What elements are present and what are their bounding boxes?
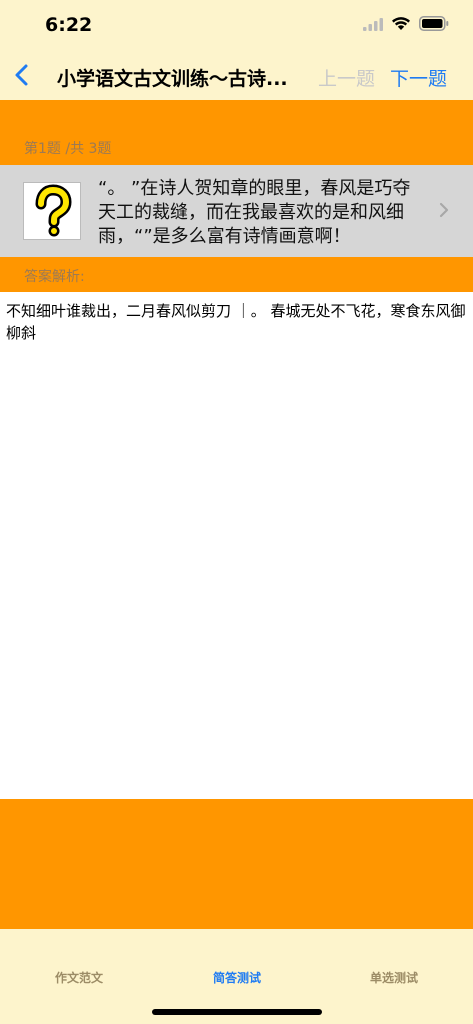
status-bar: 6:22 bbox=[0, 0, 473, 50]
next-question-button[interactable]: 下一题 bbox=[390, 64, 447, 91]
home-indicator bbox=[152, 1009, 322, 1015]
question-text: “。 ”在诗人贺知章的眼里，春风是巧夺天工的裁缝，而在我最喜欢的是和风细雨，“”… bbox=[98, 178, 411, 247]
chevron-left-icon bbox=[15, 64, 28, 86]
back-button[interactable] bbox=[10, 62, 36, 88]
navigation-bar: 小学语文古文训练～古诗... 上一题 下一题 bbox=[0, 50, 473, 100]
question-mark-icon bbox=[23, 182, 81, 240]
question-cell[interactable]: “。 ”在诗人贺知章的眼里，春风是巧夺天工的裁缝，而在我最喜欢的是和风细雨，“”… bbox=[0, 165, 473, 257]
previous-question-button[interactable]: 上一题 bbox=[318, 64, 375, 91]
question-progress: 第1题 /共 3题 bbox=[24, 141, 112, 157]
page-title: 小学语文古文训练～古诗... bbox=[57, 68, 288, 90]
status-time: 6:22 bbox=[45, 14, 93, 36]
battery-icon bbox=[419, 16, 449, 35]
tab-essay-samples[interactable]: 作文范文 bbox=[0, 969, 158, 986]
tab-multiple-choice-test[interactable]: 单选测试 bbox=[315, 969, 473, 986]
wifi-icon bbox=[391, 16, 411, 35]
tab-short-answer-test[interactable]: 简答测试 bbox=[158, 969, 316, 986]
footer-band bbox=[0, 799, 473, 929]
answer-text: 不知细叶谁裁出，二月春风似剪刀 ｜。 春城无处不飞花，寒食东风御柳斜 bbox=[6, 302, 466, 342]
status-icons bbox=[363, 16, 449, 35]
answer-label: 答案解析: bbox=[24, 269, 85, 285]
chevron-right-icon bbox=[438, 201, 450, 219]
signal-icon bbox=[363, 16, 383, 35]
